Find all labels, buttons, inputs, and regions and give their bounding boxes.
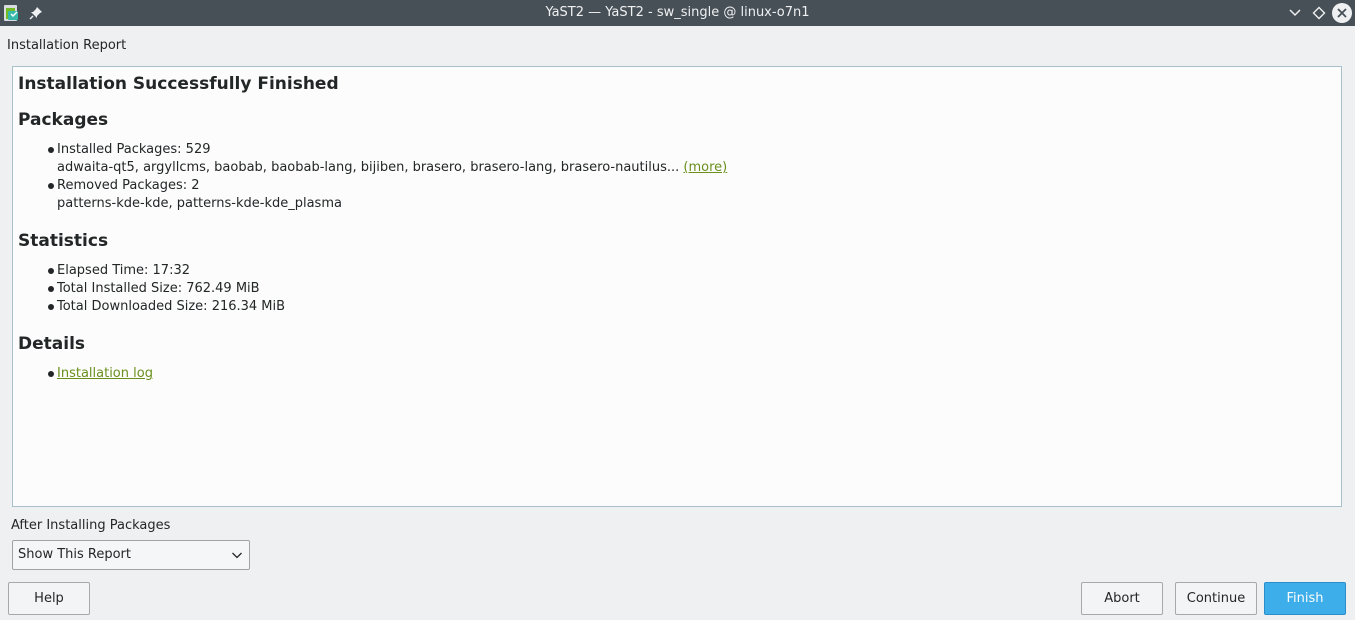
installed-packages-label: Installed Packages: 529 [57,142,211,157]
downloaded-size: Total Downloaded Size: 216.34 MiB [57,299,286,314]
elapsed-time: Elapsed Time: 17:32 [57,263,190,278]
list-item: Total Downloaded Size: 216.34 MiB [18,298,285,316]
list-item: Removed Packages: 2 patterns-kde-kde, pa… [18,177,727,213]
list-item: Installed Packages: 529 adwaita-qt5, arg… [18,141,727,177]
packages-heading: Packages [18,110,109,130]
removed-packages-list: patterns-kde-kde, patterns-kde-kde_plasm… [57,196,342,211]
bullet [48,371,54,377]
chevron-down-icon [1289,9,1301,17]
bullet [48,183,54,189]
list-item: Elapsed Time: 17:32 [18,262,285,280]
installation-log-link[interactable]: Installation log [57,366,153,381]
after-installing-select[interactable]: Show This Report [12,540,250,570]
close-icon [1332,3,1352,23]
window-titlebar: YaST2 — YaST2 - sw_single @ linux-o7n1 [0,0,1355,26]
bullet [48,268,54,274]
installed-size: Total Installed Size: 762.49 MiB [57,281,260,296]
after-installing-selected-value: Show This Report [18,547,132,562]
removed-packages-label: Removed Packages: 2 [57,178,200,193]
more-link[interactable]: (more) [683,160,727,175]
window-title: YaST2 — YaST2 - sw_single @ linux-o7n1 [545,5,810,20]
list-item: Installation log [18,365,153,383]
installed-packages-list: adwaita-qt5, argyllcms, baobab, baobab-l… [57,160,680,175]
close-button[interactable] [1332,3,1352,23]
maximize-button[interactable] [1309,3,1329,23]
report-title: Installation Successfully Finished [18,74,339,94]
statistics-section: Statistics Elapsed Time: 17:32 Total Ins… [18,230,285,316]
continue-button[interactable]: Continue [1175,582,1257,615]
chevron-down-icon [232,552,242,559]
diamond-icon [1312,6,1326,20]
minimize-button[interactable] [1285,3,1305,23]
details-section: Details Installation log [18,333,153,383]
installation-report-panel: Installation Successfully Finished Packa… [12,66,1342,507]
after-installing-label: After Installing Packages [11,518,171,533]
bullet [48,304,54,310]
statistics-heading: Statistics [18,231,109,251]
abort-button[interactable]: Abort [1081,582,1163,615]
finish-button[interactable]: Finish [1264,582,1346,615]
bullet [48,286,54,292]
packages-section: Packages Installed Packages: 529 adwaita… [18,109,727,213]
list-item: Total Installed Size: 762.49 MiB [18,280,285,298]
bullet [48,147,54,153]
help-button[interactable]: Help [8,582,90,615]
details-heading: Details [18,334,86,354]
page-heading: Installation Report [7,38,127,53]
